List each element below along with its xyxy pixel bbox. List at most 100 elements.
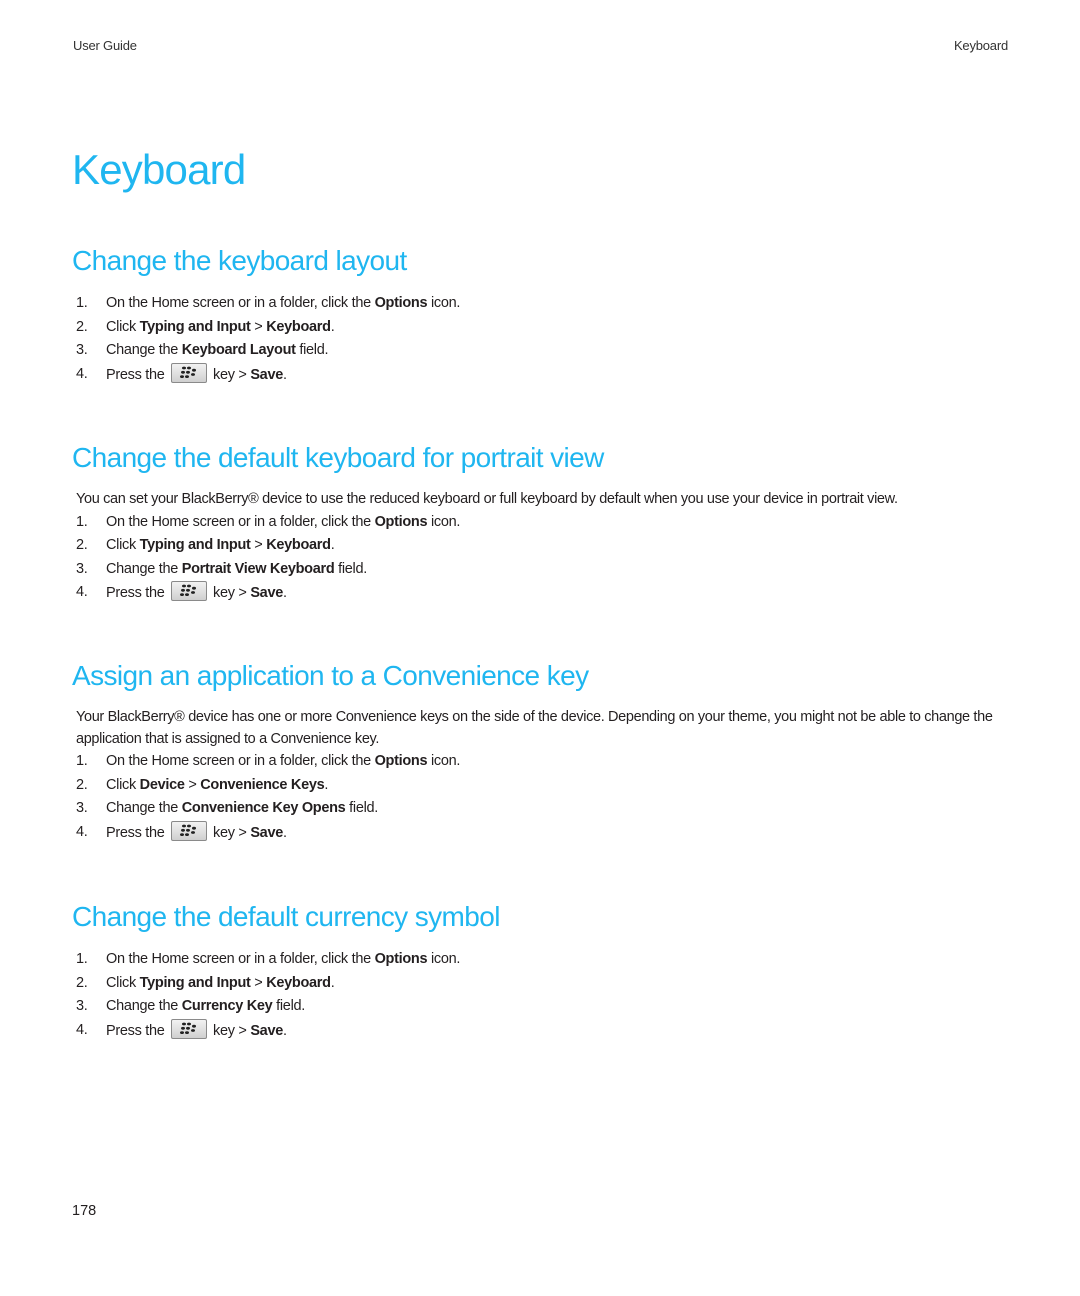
ui-term: Save [250,1022,283,1039]
ui-term: Device [139,776,185,793]
step-text: Click [106,318,140,335]
step-text: > [250,318,267,335]
step-item: 4. Press the key > Save. [72,362,1012,388]
section-intro: Your BlackBerry® device has one or more … [76,709,993,747]
page-number: 178 [72,1203,97,1219]
ui-term: Keyboard [266,974,331,991]
step-text: . [282,1022,287,1039]
step-text: > [250,537,267,553]
step-text: Press the [106,366,169,383]
step-number: 3. [76,342,88,358]
step-text: . [282,585,287,601]
step-text: Press the [106,824,169,841]
step-text: Press the [106,585,169,601]
section-heading: Change the keyboard layout [72,245,407,276]
step-text: icon. [427,753,461,769]
step-number: 3. [76,800,88,816]
step-text: On the Home screen or in a folder, click… [106,513,375,530]
step-text: Change the [106,800,182,816]
step-item: 4. Press the key > Save. [72,1018,1012,1044]
step-text: > [184,776,201,793]
steps-list: 1. On the Home screen or in a folder, cli… [72,948,1012,1043]
step-number: 1. [76,951,88,967]
step-item: 2. Click Typing and Input > Keyboard. [72,972,1012,996]
ui-term: Convenience Keys [200,776,325,793]
step-text: field. [334,560,367,577]
step-number: 2. [76,974,88,991]
ui-term: Currency Key [181,998,273,1014]
step-item: 3. Change the Currency Key field. [72,995,1012,1019]
step-text: Click [106,776,140,793]
step-number: 2. [76,537,88,553]
step-number: 1. [76,753,88,769]
step-text: On the Home screen or in a folder, click… [106,753,375,769]
step-number: 3. [76,560,88,577]
ui-term: Keyboard [266,537,331,553]
ui-term: Options [374,513,428,530]
step-item: 3. Change the Portrait View Keyboard fiel… [72,558,1012,582]
step-number: 4. [76,823,88,840]
step-number: 4. [76,1021,88,1038]
step-text: field. [295,342,329,358]
steps-list: 1. On the Home screen or in a folder, cli… [72,750,1012,845]
step-text: . [282,366,287,383]
ui-term: Save [250,366,283,383]
step-text: key > [209,585,251,601]
running-header-left: User Guide [73,38,137,53]
ui-term: Typing and Input [139,974,251,991]
step-text: icon. [427,295,461,311]
section-heading: Change the default currency symbol [72,901,500,932]
ui-term: Keyboard Layout [181,342,296,358]
step-text: Change the [106,342,182,358]
steps-list: 1. On the Home screen or in a folder, cli… [72,292,1012,387]
step-text: key > [209,366,251,383]
step-text: . [330,318,335,335]
ui-term: Portrait View Keyboard [181,560,335,577]
step-item: 2. Click Typing and Input > Keyboard. [72,316,1012,340]
blackberry-menu-key-icon [171,820,208,841]
section-change-keyboard-layout: Change the keyboard layout 1. On the Home… [72,243,1012,387]
step-item: 4. Press the key > Save. [72,581,1012,606]
step-text: icon. [427,951,461,967]
ui-term: Typing and Input [139,537,251,553]
step-item: 2. Click Device > Convenience Keys. [72,774,1012,798]
section-default-currency-symbol: Change the default currency symbol 1. On … [72,899,1012,1043]
step-text: Press the [106,1022,169,1039]
step-text: Click [106,974,140,991]
step-number: 4. [76,584,88,600]
step-text: On the Home screen or in a folder, click… [106,295,375,311]
step-text: Click [106,537,140,553]
ui-term: Options [374,295,428,311]
step-text: . [324,776,329,793]
step-item: 3. Change the Keyboard Layout field. [72,339,1012,363]
step-number: 1. [76,513,88,530]
running-header-right: Keyboard [953,38,1008,53]
step-text: . [330,537,335,553]
step-text: Change the [106,560,182,577]
step-item: 1. On the Home screen or in a folder, cli… [72,750,1012,774]
step-item: 4. Press the key > Save. [72,820,1012,846]
step-number: 2. [76,776,88,793]
section-heading: Change the default keyboard for portrait… [72,442,604,473]
ui-term: Save [250,585,283,601]
step-item: 2. Click Typing and Input > Keyboard. [72,534,1012,558]
step-number: 4. [76,365,88,382]
step-item: 1. On the Home screen or in a folder, cli… [72,948,1012,972]
step-number: 1. [76,295,88,311]
step-text: key > [209,1022,251,1039]
step-text: > [250,974,267,991]
step-item: 1. On the Home screen or in a folder, cli… [72,292,1012,316]
section-convenience-key: Assign an application to a Convenience k… [72,658,1012,845]
step-number: 2. [76,318,88,335]
steps-list: 1. On the Home screen or in a folder, cli… [72,511,1012,606]
step-text: key > [209,824,251,841]
ui-term: Options [374,753,428,769]
step-item: 1. On the Home screen or in a folder, cli… [72,511,1012,535]
page-title: Keyboard [72,146,246,193]
ui-term: Keyboard [266,318,331,335]
step-text: . [282,824,287,841]
step-item: 3. Change the Convenience Key Opens field… [72,797,1012,821]
ui-term: Save [250,824,283,841]
step-text: field. [272,998,305,1014]
ui-term: Options [374,951,428,967]
